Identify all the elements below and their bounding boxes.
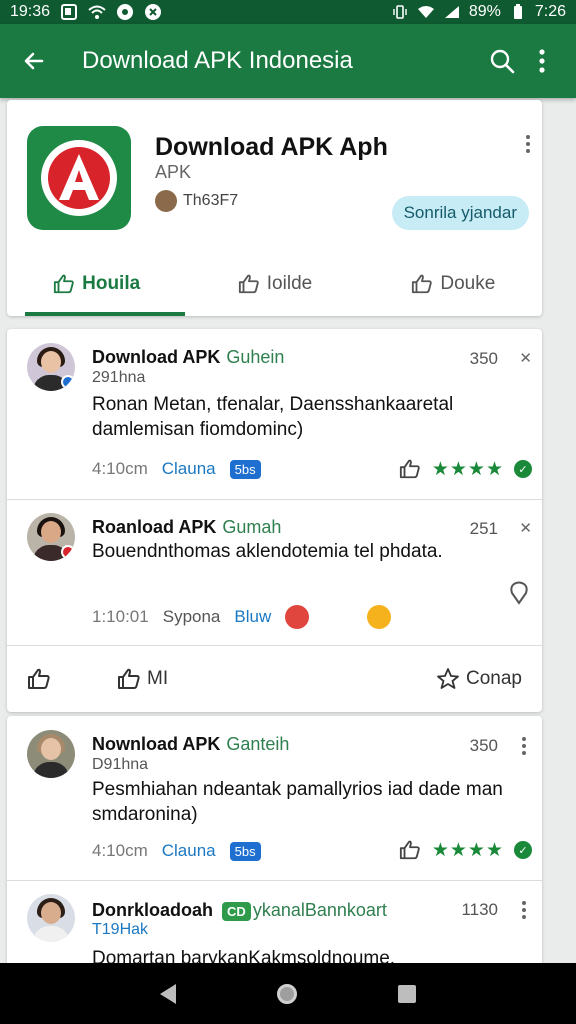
review-count: 350 [469,736,498,755]
search-icon[interactable] [482,41,522,81]
developer-name: Th63F7 [183,192,239,209]
review-more-icon[interactable] [514,900,534,920]
thumbs-up-icon [27,667,51,691]
review-text: Pesmhiahan ndeantak pamallyrios iad dade… [92,779,503,825]
vibrate-icon [391,3,409,21]
app-type: APK [155,162,192,182]
reply-button[interactable]: MI [117,667,168,691]
angry-emoji-icon [285,605,310,629]
reviewer-avatar [27,343,75,391]
thumbs-up-icon [52,272,76,296]
review-count: 251 [469,519,498,538]
record-notification-icon [116,3,134,21]
like-icon[interactable] [398,457,422,481]
system-nav-bar [0,963,576,1024]
tab-douke[interactable]: Douke [364,252,542,316]
app-name: Download APK Aph [155,133,388,161]
star-rating: ★★★★ [431,839,504,861]
location-pin-icon[interactable] [508,581,530,609]
nav-home-icon[interactable] [276,983,297,1004]
wifi-signal-icon [417,3,435,21]
cell-signal-icon [443,3,461,21]
review-link-a[interactable]: Sypona [163,607,221,627]
review-rating: ★★★★ ✓ [398,838,532,862]
review-actions: MI Conap [7,645,542,713]
nav-recents-icon[interactable] [397,984,416,1003]
tab-label: Ioilde [266,273,313,294]
review-time: 4:10cm [92,841,148,860]
status-clock-right: 7:26 [534,3,566,20]
review-card: Nownload APK Ganteih D91hna 350 Pesmhiaha… [7,716,542,976]
review-meta: 4:10cm Clauna 5bs [92,841,261,861]
nav-back-icon[interactable] [160,983,177,1004]
verified-icon: ✓ [514,841,532,859]
back-arrow-icon[interactable] [14,41,54,81]
gallery-notification-icon [60,3,78,21]
install-button[interactable]: Sonrila yjandar [391,196,529,230]
review-card: Download APK Guhein 291hna 350 ✕ Ronan Me… [7,329,542,712]
dismiss-icon[interactable]: ✕ [519,519,532,537]
review-date: D91hna [92,756,149,773]
review-time: 4:10cm [92,459,148,478]
reviewer-name: Donrkloadoah CD ykanalBannkoart [92,900,387,921]
review-count: 350 [469,349,498,368]
reviewer-avatar [27,730,75,778]
status-time: 19:36 [10,3,51,20]
save-button[interactable]: Conap [436,667,522,691]
dismiss-icon[interactable]: ✕ [519,349,532,367]
divider [7,499,542,500]
overflow-menu-icon[interactable] [522,41,562,81]
review-link[interactable]: Clauna [162,459,216,479]
review-date: T19Hak [92,921,149,938]
divider [7,880,542,881]
app-logo [27,126,131,230]
developer-avatar [155,190,177,212]
thumbs-up-icon [410,272,434,296]
review-text: Ronan Metan, tfenalar, Daensshankaaretal… [92,394,454,440]
review-time: 1:10:01 [92,607,149,626]
developer-row[interactable]: Th63F7 [155,190,238,212]
reviewer-name: Roanload APK Gumah [92,517,282,537]
review-meta: 1:10:01 Sypona Bluw [92,605,392,629]
app-more-icon[interactable] [518,134,538,154]
review-date: 291hna [92,369,146,386]
reviewer-name: Download APK Guhein [92,347,285,367]
review-text: Bouendnthomas aklendotemia tel phdata. [92,541,443,562]
review-link-b[interactable]: Bluw [234,607,271,627]
close-notification-icon [144,3,162,21]
review-count: 1130 [461,900,498,919]
battery-percent: 89% [468,3,501,20]
grin-emoji-icon [367,605,392,629]
verified-icon: ✓ [514,460,532,478]
review-badge: 5bs [229,459,261,479]
like-button[interactable] [27,667,57,691]
review-more-icon[interactable] [514,736,534,756]
app-bar: Download APK Indonesia [0,24,576,98]
page-title: Download APK Indonesia [82,47,353,74]
review-meta: 4:10cm Clauna 5bs [92,459,261,479]
reviewer-avatar [27,513,75,561]
tab-bar: Houila Ioilde Douke [7,252,542,316]
review-badge: 5bs [229,841,261,861]
star-rating: ★★★★ [431,458,504,480]
tab-label: Houila [82,273,141,294]
status-bar: 19:36 89% 7:26 [0,0,576,24]
app-header-card: Download APK Aph APK Th63F7 Sonrila yjan… [7,100,542,316]
thumbs-up-icon [237,272,261,296]
like-icon[interactable] [398,838,422,862]
review-link[interactable]: Clauna [162,841,216,861]
battery-icon [509,3,527,21]
star-outline-icon [436,667,460,691]
tab-houila[interactable]: Houila [7,252,186,316]
reviewer-avatar [27,894,75,942]
reviewer-name: Nownload APK Ganteih [92,734,290,754]
tab-ioilde[interactable]: Ioilde [185,252,363,316]
wifi-notification-icon [88,3,106,21]
thumbs-up-icon [117,667,141,691]
review-rating: ★★★★ ✓ [398,457,532,481]
tab-label: Douke [440,273,496,294]
